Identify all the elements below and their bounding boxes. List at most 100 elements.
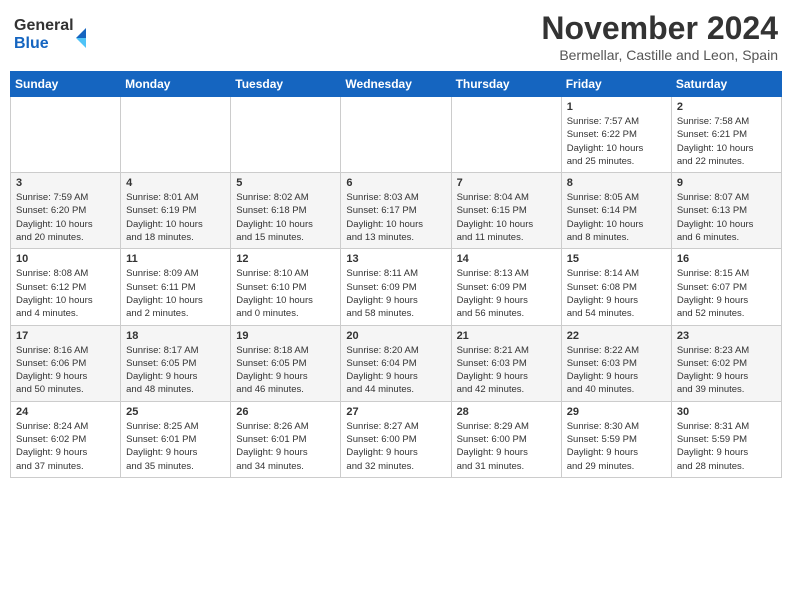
- calendar-day: 14Sunrise: 8:13 AM Sunset: 6:09 PM Dayli…: [451, 249, 561, 325]
- day-info: Sunrise: 8:02 AM Sunset: 6:18 PM Dayligh…: [236, 191, 335, 244]
- calendar-day: 17Sunrise: 8:16 AM Sunset: 6:06 PM Dayli…: [11, 325, 121, 401]
- day-info: Sunrise: 7:59 AM Sunset: 6:20 PM Dayligh…: [16, 191, 115, 244]
- calendar-day: 10 Sunrise: 8:08 AM Sunset: 6:12 PM Dayli…: [11, 249, 121, 325]
- day-number: 26: [236, 406, 335, 418]
- calendar-day: 8 Sunrise: 8:05 AM Sunset: 6:14 PM Daylig…: [561, 173, 671, 249]
- calendar-day: [231, 97, 341, 173]
- calendar-day: 20 Sunrise: 8:20 AM Sunset: 6:04 PM Dayli…: [341, 325, 451, 401]
- day-number: 5: [236, 177, 335, 189]
- weekday-header-thursday: Thursday: [451, 72, 561, 97]
- calendar-week-3: 10 Sunrise: 8:08 AM Sunset: 6:12 PM Dayli…: [11, 249, 782, 325]
- weekday-header-friday: Friday: [561, 72, 671, 97]
- day-number: 12: [236, 253, 335, 265]
- day-info: Sunrise: 8:14 AM Sunset: 6:08 PM Dayligh…: [567, 267, 666, 320]
- day-number: 15: [567, 253, 666, 265]
- calendar-week-1: 1 Sunrise: 7:57 AM Sunset: 6:22 PM Daylig…: [11, 97, 782, 173]
- calendar-day: 30 Sunrise: 8:31 AM Sunset: 5:59 PM Dayli…: [671, 401, 781, 477]
- day-info: Sunrise: 8:25 AM Sunset: 6:01 PM Dayligh…: [126, 420, 225, 473]
- calendar-day: 15 Sunrise: 8:14 AM Sunset: 6:08 PM Dayli…: [561, 249, 671, 325]
- calendar-day: 27Sunrise: 8:27 AM Sunset: 6:00 PM Dayli…: [341, 401, 451, 477]
- day-info: Sunrise: 7:57 AM Sunset: 6:22 PM Dayligh…: [567, 115, 666, 168]
- day-number: 29: [567, 406, 666, 418]
- calendar-day: 28 Sunrise: 8:29 AM Sunset: 6:00 PM Dayli…: [451, 401, 561, 477]
- day-info: Sunrise: 7:58 AM Sunset: 6:21 PM Dayligh…: [677, 115, 776, 168]
- day-info: Sunrise: 8:07 AM Sunset: 6:13 PM Dayligh…: [677, 191, 776, 244]
- day-number: 1: [567, 101, 666, 113]
- calendar-day: 7 Sunrise: 8:04 AM Sunset: 6:15 PM Daylig…: [451, 173, 561, 249]
- calendar-day: 12Sunrise: 8:10 AM Sunset: 6:10 PM Dayli…: [231, 249, 341, 325]
- day-info: Sunrise: 8:30 AM Sunset: 5:59 PM Dayligh…: [567, 420, 666, 473]
- day-info: Sunrise: 8:29 AM Sunset: 6:00 PM Dayligh…: [457, 420, 556, 473]
- day-info: Sunrise: 8:09 AM Sunset: 6:11 PM Dayligh…: [126, 267, 225, 320]
- weekday-header-sunday: Sunday: [11, 72, 121, 97]
- day-number: 2: [677, 101, 776, 113]
- day-info: Sunrise: 8:04 AM Sunset: 6:15 PM Dayligh…: [457, 191, 556, 244]
- day-info: Sunrise: 8:26 AM Sunset: 6:01 PM Dayligh…: [236, 420, 335, 473]
- calendar-day: 2 Sunrise: 7:58 AM Sunset: 6:21 PM Daylig…: [671, 97, 781, 173]
- calendar-week-2: 3 Sunrise: 7:59 AM Sunset: 6:20 PM Daylig…: [11, 173, 782, 249]
- calendar-day: [121, 97, 231, 173]
- day-number: 11: [126, 253, 225, 265]
- weekday-header-wednesday: Wednesday: [341, 72, 451, 97]
- day-info: Sunrise: 8:03 AM Sunset: 6:17 PM Dayligh…: [346, 191, 445, 244]
- weekday-header-monday: Monday: [121, 72, 231, 97]
- calendar-day: 3 Sunrise: 7:59 AM Sunset: 6:20 PM Daylig…: [11, 173, 121, 249]
- calendar-day: 29 Sunrise: 8:30 AM Sunset: 5:59 PM Dayli…: [561, 401, 671, 477]
- weekday-header-saturday: Saturday: [671, 72, 781, 97]
- day-number: 20: [346, 330, 445, 342]
- calendar-day: 5 Sunrise: 8:02 AM Sunset: 6:18 PM Daylig…: [231, 173, 341, 249]
- svg-text:General: General: [14, 17, 74, 34]
- calendar-day: 23 Sunrise: 8:23 AM Sunset: 6:02 PM Dayli…: [671, 325, 781, 401]
- day-info: Sunrise: 8:11 AM Sunset: 6:09 PM Dayligh…: [346, 267, 445, 320]
- day-number: 23: [677, 330, 776, 342]
- day-number: 7: [457, 177, 556, 189]
- calendar-day: [341, 97, 451, 173]
- day-info: Sunrise: 8:31 AM Sunset: 5:59 PM Dayligh…: [677, 420, 776, 473]
- day-number: 21: [457, 330, 556, 342]
- calendar-week-5: 24 Sunrise: 8:24 AM Sunset: 6:02 PM Dayli…: [11, 401, 782, 477]
- day-number: 14: [457, 253, 556, 265]
- day-info: Sunrise: 8:20 AM Sunset: 6:04 PM Dayligh…: [346, 344, 445, 397]
- day-number: 24: [16, 406, 115, 418]
- day-number: 10: [16, 253, 115, 265]
- calendar-day: 16Sunrise: 8:15 AM Sunset: 6:07 PM Dayli…: [671, 249, 781, 325]
- weekday-header-row: SundayMondayTuesdayWednesdayThursdayFrid…: [11, 72, 782, 97]
- svg-text:Blue: Blue: [14, 35, 49, 52]
- calendar-day: 22 Sunrise: 8:22 AM Sunset: 6:03 PM Dayli…: [561, 325, 671, 401]
- day-number: 27: [346, 406, 445, 418]
- day-number: 4: [126, 177, 225, 189]
- day-number: 16: [677, 253, 776, 265]
- day-number: 9: [677, 177, 776, 189]
- day-number: 3: [16, 177, 115, 189]
- day-number: 18: [126, 330, 225, 342]
- day-info: Sunrise: 8:05 AM Sunset: 6:14 PM Dayligh…: [567, 191, 666, 244]
- day-number: 8: [567, 177, 666, 189]
- day-info: Sunrise: 8:08 AM Sunset: 6:12 PM Dayligh…: [16, 267, 115, 320]
- calendar-day: 1 Sunrise: 7:57 AM Sunset: 6:22 PM Daylig…: [561, 97, 671, 173]
- day-number: 19: [236, 330, 335, 342]
- day-number: 22: [567, 330, 666, 342]
- calendar-table: SundayMondayTuesdayWednesdayThursdayFrid…: [10, 71, 782, 478]
- day-info: Sunrise: 8:21 AM Sunset: 6:03 PM Dayligh…: [457, 344, 556, 397]
- day-info: Sunrise: 8:23 AM Sunset: 6:02 PM Dayligh…: [677, 344, 776, 397]
- calendar-day: 11 Sunrise: 8:09 AM Sunset: 6:11 PM Dayli…: [121, 249, 231, 325]
- logo-svg: General Blue: [14, 10, 94, 54]
- page-header: General Blue November 2024 Bermellar, Ca…: [10, 10, 782, 63]
- day-info: Sunrise: 8:01 AM Sunset: 6:19 PM Dayligh…: [126, 191, 225, 244]
- day-number: 13: [346, 253, 445, 265]
- day-number: 25: [126, 406, 225, 418]
- calendar-day: 6Sunrise: 8:03 AM Sunset: 6:17 PM Daylig…: [341, 173, 451, 249]
- calendar-day: 4 Sunrise: 8:01 AM Sunset: 6:19 PM Daylig…: [121, 173, 231, 249]
- calendar-day: 19 Sunrise: 8:18 AM Sunset: 6:05 PM Dayli…: [231, 325, 341, 401]
- day-info: Sunrise: 8:22 AM Sunset: 6:03 PM Dayligh…: [567, 344, 666, 397]
- calendar-week-4: 17Sunrise: 8:16 AM Sunset: 6:06 PM Dayli…: [11, 325, 782, 401]
- calendar-day: 24 Sunrise: 8:24 AM Sunset: 6:02 PM Dayli…: [11, 401, 121, 477]
- month-title: November 2024: [541, 10, 778, 47]
- day-number: 17: [16, 330, 115, 342]
- day-number: 28: [457, 406, 556, 418]
- day-info: Sunrise: 8:18 AM Sunset: 6:05 PM Dayligh…: [236, 344, 335, 397]
- title-block: November 2024 Bermellar, Castille and Le…: [541, 10, 778, 63]
- day-info: Sunrise: 8:24 AM Sunset: 6:02 PM Dayligh…: [16, 420, 115, 473]
- calendar-day: 18Sunrise: 8:17 AM Sunset: 6:05 PM Dayli…: [121, 325, 231, 401]
- day-number: 30: [677, 406, 776, 418]
